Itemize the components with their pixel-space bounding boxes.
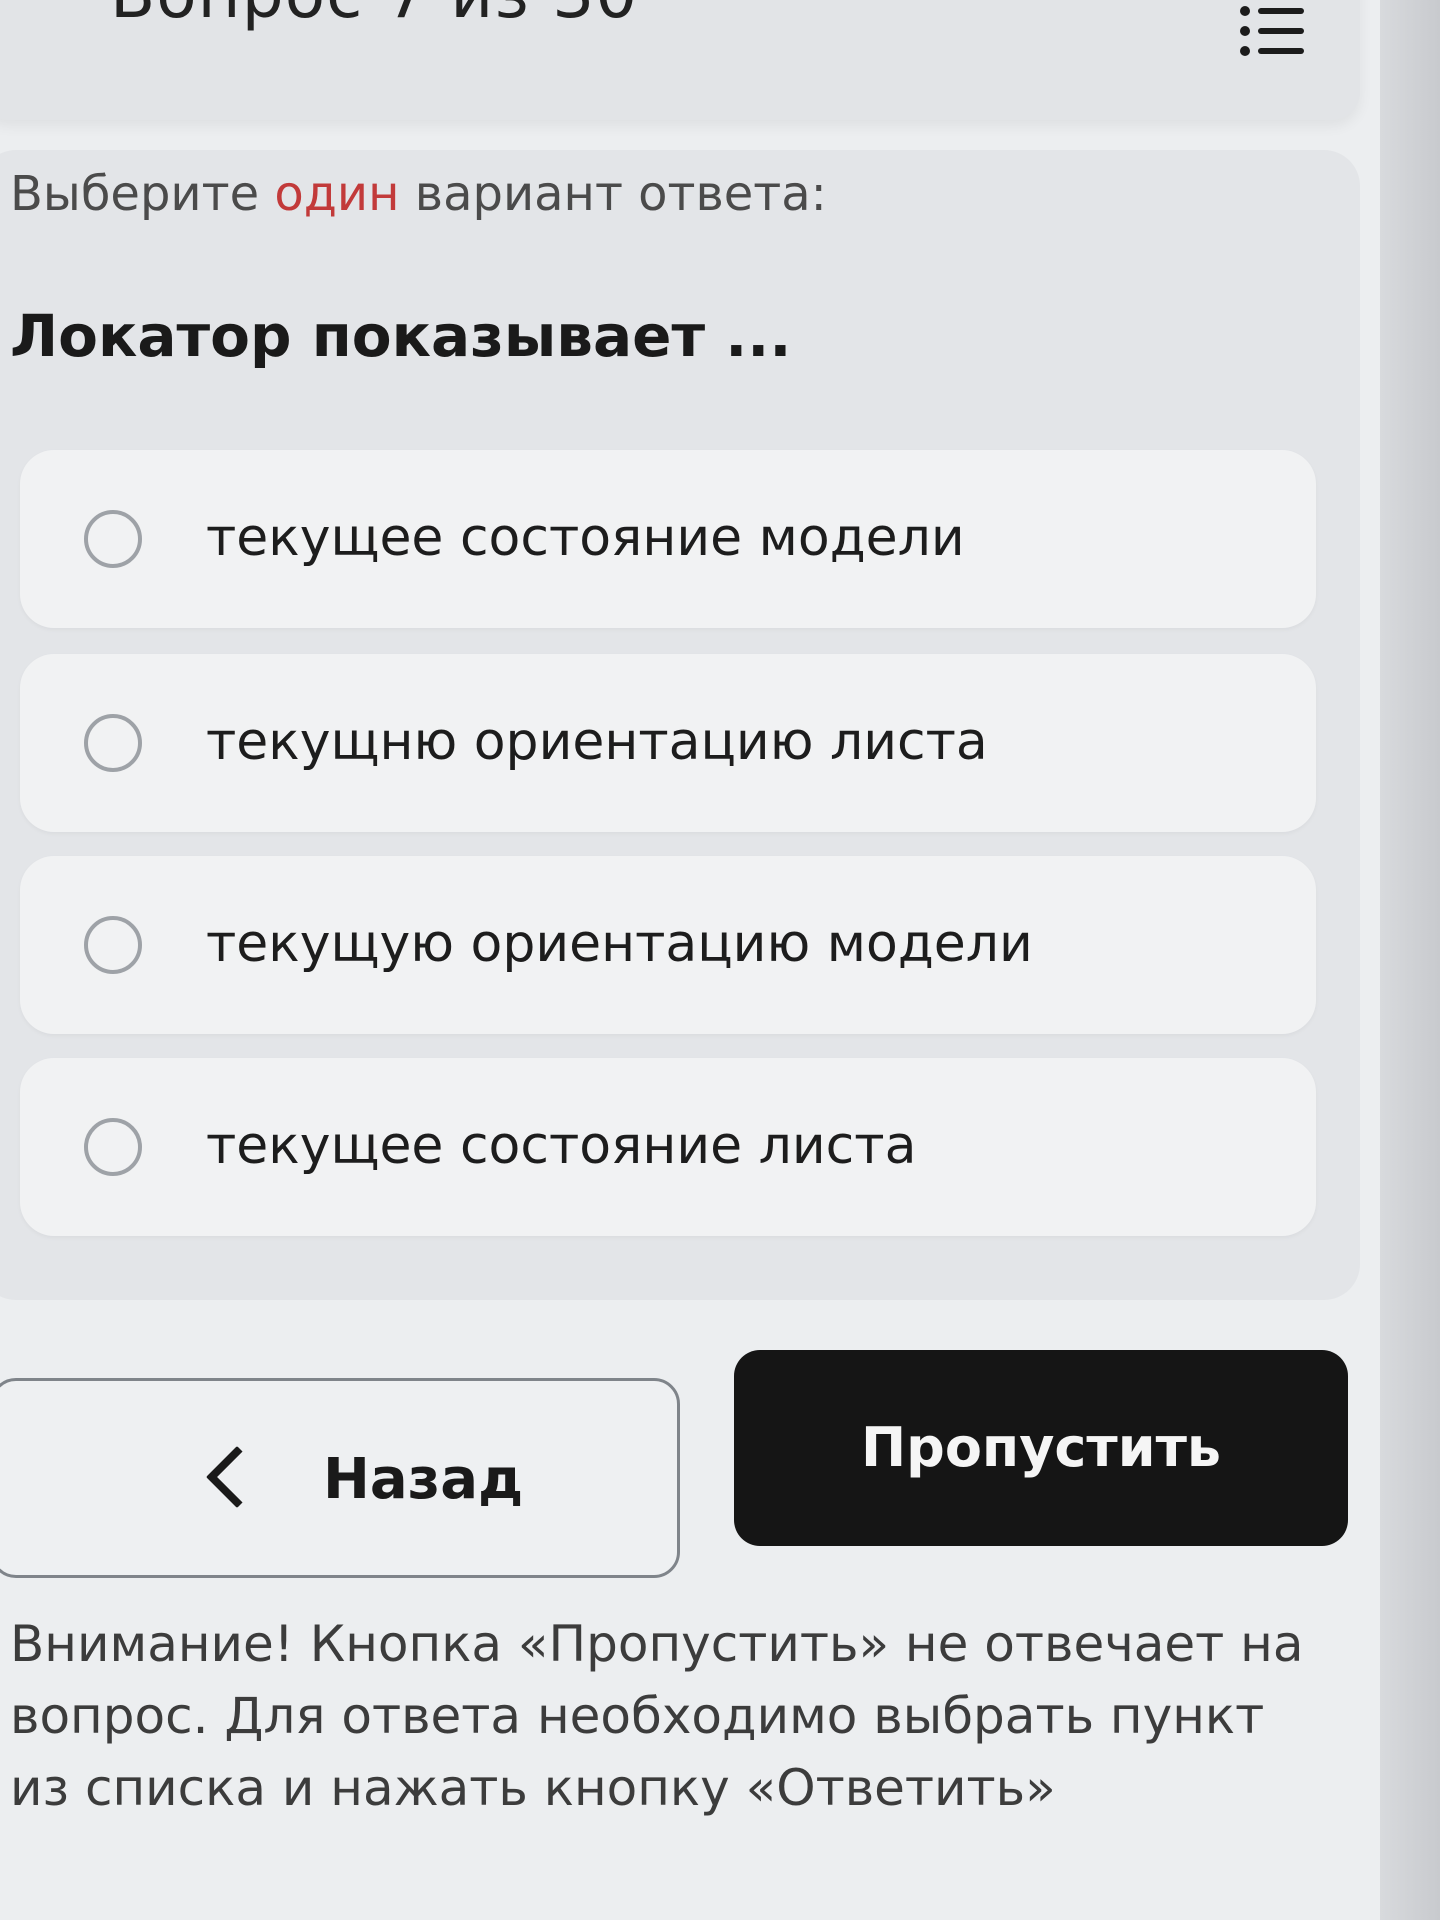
- answer-option-4[interactable]: текущее состояние листа: [20, 1058, 1316, 1236]
- answer-option-1[interactable]: текущее состояние модели: [20, 450, 1316, 628]
- instruction-suffix: вариант ответа:: [399, 166, 827, 222]
- instruction-text: Выберите один вариант ответа:: [10, 166, 827, 222]
- answer-option-label: текущее состояние листа: [206, 1116, 917, 1176]
- back-button[interactable]: Назад: [0, 1378, 680, 1578]
- radio-empty-icon[interactable]: [84, 916, 142, 974]
- chevron-left-icon: [205, 1445, 269, 1509]
- answer-option-label: текущее состояние модели: [206, 508, 965, 568]
- screen-edge: [1380, 0, 1440, 1920]
- answer-option-label: текущую ориентацию модели: [206, 914, 1033, 974]
- skip-button[interactable]: Пропустить: [734, 1350, 1348, 1546]
- skip-warning-text: Внимание! Кнопка «Пропустить» не отвечае…: [10, 1615, 1304, 1817]
- radio-empty-icon[interactable]: [84, 714, 142, 772]
- answer-option-label: текущню ориентацию листа: [206, 712, 988, 772]
- answer-option-3[interactable]: текущую ориентацию модели: [20, 856, 1316, 1034]
- question-list-button[interactable]: [1230, 0, 1314, 72]
- question-counter: Вопрос 7 из 30: [110, 0, 638, 33]
- skip-button-label: Пропустить: [860, 1416, 1222, 1479]
- radio-empty-icon[interactable]: [84, 1118, 142, 1176]
- question-title: Локатор показывает ...: [10, 302, 792, 370]
- instruction-accent: один: [274, 166, 400, 222]
- answer-option-2[interactable]: текущню ориентацию листа: [20, 654, 1316, 832]
- back-button-label: Назад: [323, 1447, 524, 1512]
- radio-empty-icon[interactable]: [84, 510, 142, 568]
- instruction-prefix: Выберите: [10, 166, 275, 222]
